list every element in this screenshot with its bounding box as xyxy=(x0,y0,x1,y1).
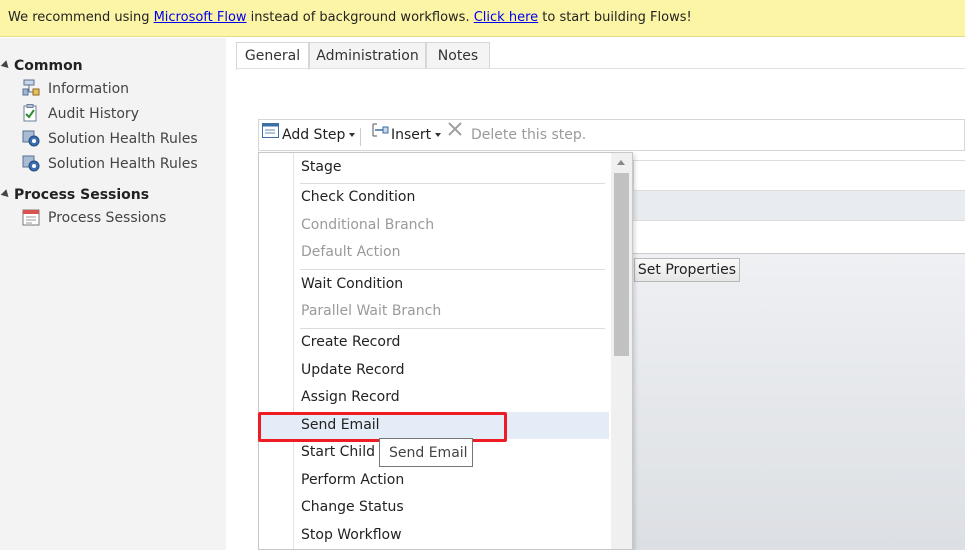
tab-administration[interactable]: Administration xyxy=(309,42,426,68)
menu-item-change-status[interactable]: Change Status xyxy=(294,494,609,521)
menu-icon-column xyxy=(259,153,294,549)
insert-icon xyxy=(371,119,389,149)
recommendation-banner: We recommend using Microsoft Flow instea… xyxy=(0,0,965,37)
step-properties-panel: Set Properties xyxy=(633,160,965,550)
common-section-title: Common xyxy=(14,58,83,74)
sidebar: Common Information Audit History Solutio… xyxy=(0,38,226,550)
add-step-label: Add Step xyxy=(282,127,346,143)
information-icon xyxy=(22,79,40,97)
gear-icon xyxy=(22,154,40,172)
sidebar-item-label: Process Sessions xyxy=(48,210,167,226)
scroll-up-arrow-icon[interactable] xyxy=(617,160,625,165)
add-step-button[interactable]: Add Step xyxy=(262,119,356,150)
send-email-tooltip: Send Email xyxy=(379,438,473,467)
add-step-icon xyxy=(262,119,279,149)
menu-item-stop-workflow[interactable]: Stop Workflow xyxy=(294,522,609,549)
delete-x-icon xyxy=(447,118,463,148)
delete-step-label: Delete this step. xyxy=(471,127,587,143)
sidebar-item-solution-health-rules-2[interactable]: Solution Health Rules xyxy=(22,153,198,175)
menu-item-stage[interactable]: Stage xyxy=(294,154,609,181)
click-here-link[interactable]: Click here xyxy=(474,10,538,25)
menu-item-update-record[interactable]: Update Record xyxy=(294,357,609,384)
set-properties-button[interactable]: Set Properties xyxy=(634,258,740,282)
sidebar-item-label: Solution Health Rules xyxy=(48,131,198,147)
delete-step-button[interactable]: Delete this step. xyxy=(447,120,586,150)
sidebar-item-process-sessions[interactable]: Process Sessions xyxy=(22,207,166,229)
menu-item-check-condition[interactable]: Check Condition xyxy=(294,184,609,211)
audit-history-icon xyxy=(22,104,40,122)
sidebar-item-label: Solution Health Rules xyxy=(48,156,198,172)
sidebar-item-solution-health-rules[interactable]: Solution Health Rules xyxy=(22,128,198,150)
menu-scrollbar[interactable] xyxy=(611,153,632,549)
insert-label: Insert xyxy=(391,127,432,143)
menu-item-perform-action[interactable]: Perform Action xyxy=(294,467,609,494)
banner-text-prefix: We recommend using xyxy=(8,10,154,25)
process-sessions-section-title: Process Sessions xyxy=(14,187,150,203)
common-section-header[interactable]: Common xyxy=(0,56,83,76)
step-description-row[interactable] xyxy=(633,160,965,190)
sidebar-item-label: Information xyxy=(48,81,130,97)
gear-icon xyxy=(22,129,40,147)
menu-item-parallel-wait-branch: Parallel Wait Branch xyxy=(301,303,442,319)
banner-text-suffix: to start building Flows! xyxy=(538,10,692,25)
toolbar-separator xyxy=(360,128,361,146)
calendar-icon xyxy=(22,208,40,226)
process-sessions-section-header[interactable]: Process Sessions xyxy=(0,185,149,205)
tab-general[interactable]: General xyxy=(236,42,309,70)
sidebar-item-label: Audit History xyxy=(48,106,139,122)
menu-item-wait-condition[interactable]: Wait Condition xyxy=(294,271,609,298)
designer-toolbar: Add Step Insert Delete this step. xyxy=(258,119,965,151)
step-header-row xyxy=(633,190,965,220)
banner-text-middle: instead of background workflows. xyxy=(246,10,474,25)
tab-notes[interactable]: Notes xyxy=(426,42,490,68)
menu-item-send-email[interactable]: Send Email xyxy=(260,412,609,439)
insert-button[interactable]: Insert xyxy=(371,119,442,150)
sidebar-item-audit-history[interactable]: Audit History xyxy=(22,103,139,125)
scrollbar-thumb[interactable] xyxy=(614,173,629,356)
tab-divider xyxy=(236,68,965,69)
step-detail-row xyxy=(633,220,965,253)
menu-item-assign-record[interactable]: Assign Record xyxy=(294,384,609,411)
chevron-down-icon xyxy=(435,133,442,137)
add-step-menu: Stage Check Condition Conditional Branch… xyxy=(258,152,633,550)
menu-item-create-record[interactable]: Create Record xyxy=(294,329,609,356)
microsoft-flow-link[interactable]: Microsoft Flow xyxy=(154,10,247,25)
menu-item-conditional-branch: Conditional Branch xyxy=(301,217,435,233)
collapse-triangle-icon xyxy=(0,189,12,200)
chevron-down-icon xyxy=(349,133,356,137)
menu-separator xyxy=(300,269,605,270)
sidebar-item-information[interactable]: Information xyxy=(22,78,129,100)
step-body: Set Properties xyxy=(633,253,965,550)
collapse-triangle-icon xyxy=(0,60,12,71)
menu-item-default-action: Default Action xyxy=(301,244,401,260)
